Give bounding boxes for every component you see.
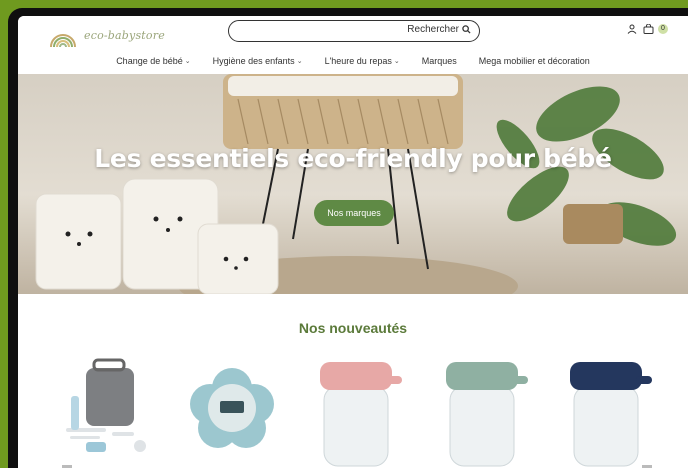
nav-item-heure-du-repas[interactable]: L'heure du repas ⌄ [314, 56, 411, 66]
food-jar-pink-icon [320, 362, 402, 467]
site-logo[interactable]: eco-babystore [48, 20, 165, 50]
nav-item-label: Mega mobilier et décoration [478, 56, 590, 66]
cart-icon[interactable] [643, 24, 654, 34]
search-button-label: Rechercher [407, 24, 459, 35]
product-card[interactable] [556, 356, 656, 468]
nos-marques-button[interactable]: Nos marques [314, 200, 394, 226]
food-jar-sage-icon [446, 362, 528, 467]
nav-item-hygiene-des-enfants[interactable]: Hygiène des enfants ⌄ [202, 56, 314, 66]
site-header: eco-babystore Rechercher 0 Change de béb… [18, 16, 688, 72]
nav-item-change-de-bebe[interactable]: Change de bébé ⌄ [105, 56, 201, 66]
header-actions: 0 [627, 24, 668, 34]
nav-item-label: L'heure du repas [324, 56, 392, 66]
product-card[interactable] [56, 356, 156, 468]
product-card[interactable] [432, 356, 532, 468]
bath-thermometer-icon [190, 368, 274, 448]
new-products-title: Nos nouveautés [298, 320, 408, 336]
search-button[interactable]: Rechercher [407, 24, 471, 35]
hero-nursery-photo [18, 74, 688, 294]
nav-item-marques[interactable]: Marques [411, 56, 468, 66]
account-icon[interactable] [627, 24, 637, 34]
nav-item-label: Change de bébé [116, 56, 183, 66]
chevron-down-icon: ⌄ [184, 58, 191, 65]
search-bar[interactable]: Rechercher [228, 20, 480, 42]
nav-item-label: Hygiène des enfants [212, 56, 295, 66]
hero-banner: Les essentiels eco-friendly pour bébé No… [18, 74, 688, 294]
brand-name: eco-babystore [84, 28, 165, 42]
chevron-down-icon: ⌄ [296, 58, 303, 65]
search-icon [462, 25, 471, 34]
product-card[interactable] [306, 356, 406, 468]
new-products-carousel [18, 356, 688, 468]
main-navigation: Change de bébé ⌄ Hygiène des enfants ⌄ L… [18, 56, 688, 66]
browser-viewport: eco-babystore Rechercher 0 Change de béb… [18, 16, 688, 468]
nav-item-label: Marques [421, 56, 457, 66]
chevron-down-icon: ⌄ [393, 58, 400, 65]
rainbow-logo-icon [50, 34, 76, 47]
product-card[interactable] [182, 356, 282, 468]
toiletry-kit-icon [66, 358, 146, 452]
hero-title: Les essentiels eco-friendly pour bébé [94, 144, 612, 173]
cart-count-badge: 0 [658, 24, 668, 34]
nav-item-mega-mobilier[interactable]: Mega mobilier et décoration [468, 56, 601, 66]
food-jar-navy-icon [570, 362, 652, 467]
